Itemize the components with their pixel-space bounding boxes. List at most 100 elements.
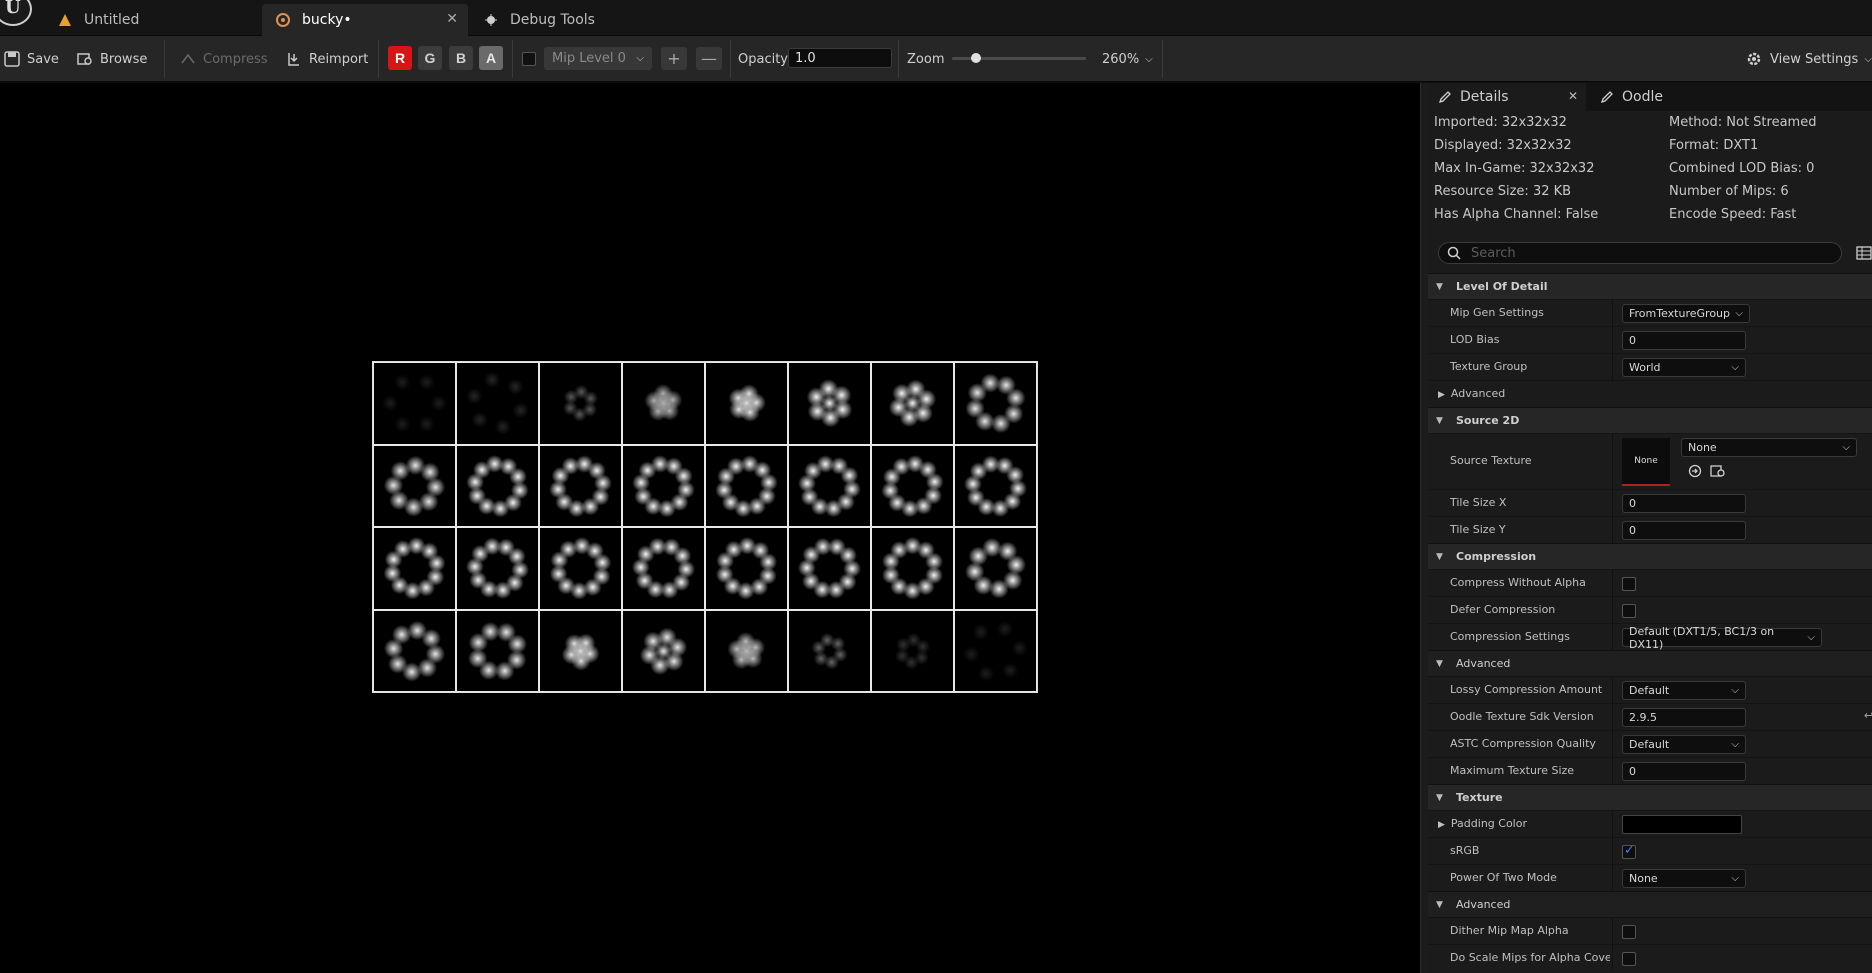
mip-level-combo[interactable]: Mip Level 0 ⌵ <box>544 47 652 70</box>
lod-bias-input[interactable]: 0 <box>1622 331 1746 350</box>
toolbar-separator <box>512 40 513 78</box>
padding-color-swatch[interactable] <box>1622 815 1742 834</box>
source-texture-thumbnail[interactable]: None <box>1622 438 1670 486</box>
tab-bucky[interactable]: bucky• ✕ <box>262 4 468 36</box>
save-button[interactable]: Save <box>4 36 59 82</box>
zoom-slider-handle[interactable] <box>971 53 982 63</box>
dither-mip-alpha-checkbox[interactable] <box>1622 925 1636 939</box>
compress-button[interactable]: Compress <box>180 36 268 82</box>
use-selected-icon[interactable] <box>1688 464 1702 478</box>
reset-arrow-icon[interactable]: ↩ <box>1864 709 1872 722</box>
category-texture[interactable]: ▼ Texture <box>1428 784 1872 810</box>
info-combined-lod-bias: Combined LOD Bias: 0 <box>1669 161 1815 176</box>
texture-slice-tile <box>622 527 705 610</box>
close-icon[interactable]: ✕ <box>1568 89 1578 103</box>
channel-b-toggle[interactable]: B <box>449 46 473 70</box>
table-view-icon[interactable] <box>1856 245 1872 261</box>
search-input[interactable]: Search <box>1438 242 1842 264</box>
lossy-compression-combo[interactable]: Default ⌵ <box>1622 681 1746 700</box>
opacity-input[interactable]: 1.0 <box>788 48 892 68</box>
tile-size-x-input[interactable]: 0 <box>1622 494 1746 513</box>
texture-viewport[interactable] <box>0 83 1420 973</box>
channel-g-toggle[interactable]: G <box>418 46 442 70</box>
info-imported: Imported: 32x32x32 <box>1434 115 1567 130</box>
texture-slice-tile <box>788 444 871 527</box>
expand-arrow-icon: ▶ <box>1438 390 1445 400</box>
info-displayed: Displayed: 32x32x32 <box>1434 138 1572 153</box>
mip-level-checkbox[interactable] <box>522 52 536 66</box>
info-format: Format: DXT1 <box>1669 138 1759 153</box>
texture-slice-tile <box>456 609 539 692</box>
channel-r-toggle[interactable]: R <box>388 46 412 70</box>
texture-slice-tile <box>788 609 871 692</box>
pencil-icon <box>1438 91 1451 104</box>
mip-plus-button[interactable]: + <box>661 47 687 70</box>
srgb-checkbox[interactable] <box>1622 843 1636 859</box>
chevron-down-icon: ⌵ <box>1731 873 1739 884</box>
tab-label: Untitled <box>84 12 140 28</box>
zoom-combo[interactable]: 260% ⌵ <box>1102 36 1153 82</box>
row-max-texture-size: Maximum Texture Size 0 <box>1428 757 1872 784</box>
zoom-slider[interactable] <box>952 53 1086 63</box>
row-lod-advanced[interactable]: ▶ Advanced <box>1428 380 1872 407</box>
tile-size-y-input[interactable]: 0 <box>1622 521 1746 540</box>
view-settings-button[interactable]: View Settings ⌵ <box>1745 36 1872 82</box>
texture-slice-tile <box>705 362 788 445</box>
category-source-2d[interactable]: ▼ Source 2D <box>1428 407 1872 433</box>
pencil-icon <box>1600 91 1613 104</box>
oodle-sdk-version-input[interactable]: 2.9.5 <box>1622 708 1746 727</box>
tab-debug-tools[interactable]: Debug Tools <box>470 4 670 36</box>
opacity-label: Opacity <box>738 51 789 67</box>
texture-slice-tile <box>871 609 954 692</box>
gear-icon <box>1747 52 1761 66</box>
tab-details[interactable]: Details ✕ <box>1428 83 1586 111</box>
chevron-down-icon: ⌵ <box>1145 53 1153 65</box>
collapse-arrow-icon: ▼ <box>1436 281 1443 292</box>
texture-slice-tile <box>788 362 871 445</box>
category-compression-advanced[interactable]: ▼ Advanced <box>1428 650 1872 676</box>
panel-splitter[interactable] <box>1420 83 1428 973</box>
defer-compression-checkbox[interactable] <box>1622 604 1636 618</box>
panel-tab-bar: Details ✕ Oodle <box>1428 83 1872 111</box>
astc-quality-combo[interactable]: Default ⌵ <box>1622 735 1746 754</box>
category-level-of-detail[interactable]: ▼ Level Of Detail <box>1428 273 1872 299</box>
source-texture-combo[interactable]: None ⌵ <box>1681 438 1857 457</box>
row-source-texture: Source Texture None None ⌵ <box>1428 433 1872 489</box>
collapse-arrow-icon: ▼ <box>1436 658 1443 669</box>
power-of-two-combo[interactable]: None ⌵ <box>1622 869 1746 888</box>
category-texture-advanced[interactable]: ▼ Advanced <box>1428 891 1872 917</box>
texture-slice-tile <box>373 609 456 692</box>
channel-a-toggle[interactable]: A <box>479 46 503 70</box>
info-resource-size: Resource Size: 32 KB <box>1434 184 1572 199</box>
texture-slice-tile <box>954 609 1037 692</box>
unreal-logo-icon[interactable]: U <box>0 0 32 26</box>
toolbar-separator <box>1162 40 1163 78</box>
scale-mips-alpha-checkbox[interactable] <box>1622 952 1636 966</box>
chevron-down-icon: ⌵ <box>1731 362 1739 373</box>
compression-settings-combo[interactable]: Default (DXT1/5, BC1/3 on DX11) ⌵ <box>1622 625 1822 651</box>
mip-minus-button[interactable]: — <box>696 47 722 70</box>
tab-label: Debug Tools <box>510 12 595 28</box>
row-oodle-sdk-version: Oodle Texture Sdk Version 2.9.5 ↩ <box>1428 703 1872 730</box>
texture-slice-tile <box>871 444 954 527</box>
compress-without-alpha-checkbox[interactable] <box>1622 577 1636 591</box>
category-compression[interactable]: ▼ Compression <box>1428 543 1872 569</box>
browse-button[interactable]: Browse <box>77 36 147 82</box>
tab-untitled[interactable]: Untitled <box>44 4 264 36</box>
texture-slice-tile <box>622 362 705 445</box>
volume-texture-preview <box>372 361 1038 693</box>
mip-gen-settings-combo[interactable]: FromTextureGroup ⌵ <box>1622 304 1750 323</box>
chevron-down-icon: ⌵ <box>1842 442 1850 453</box>
row-astc-quality: ASTC Compression Quality Default ⌵ <box>1428 730 1872 757</box>
texture-group-combo[interactable]: World ⌵ <box>1622 358 1746 377</box>
texture-slice-tile <box>373 527 456 610</box>
reimport-button[interactable]: Reimport <box>286 36 368 82</box>
row-mip-gen-settings: Mip Gen Settings FromTextureGroup ⌵ <box>1428 299 1872 326</box>
chevron-down-icon: ⌵ <box>1735 308 1743 319</box>
close-icon[interactable]: ✕ <box>446 11 458 27</box>
browse-asset-icon[interactable] <box>1710 464 1726 478</box>
zoom-label: Zoom <box>907 51 945 67</box>
tab-oodle[interactable]: Oodle <box>1590 83 1710 111</box>
row-compression-settings: Compression Settings Default (DXT1/5, BC… <box>1428 623 1872 651</box>
max-texture-size-input[interactable]: 0 <box>1622 762 1746 781</box>
